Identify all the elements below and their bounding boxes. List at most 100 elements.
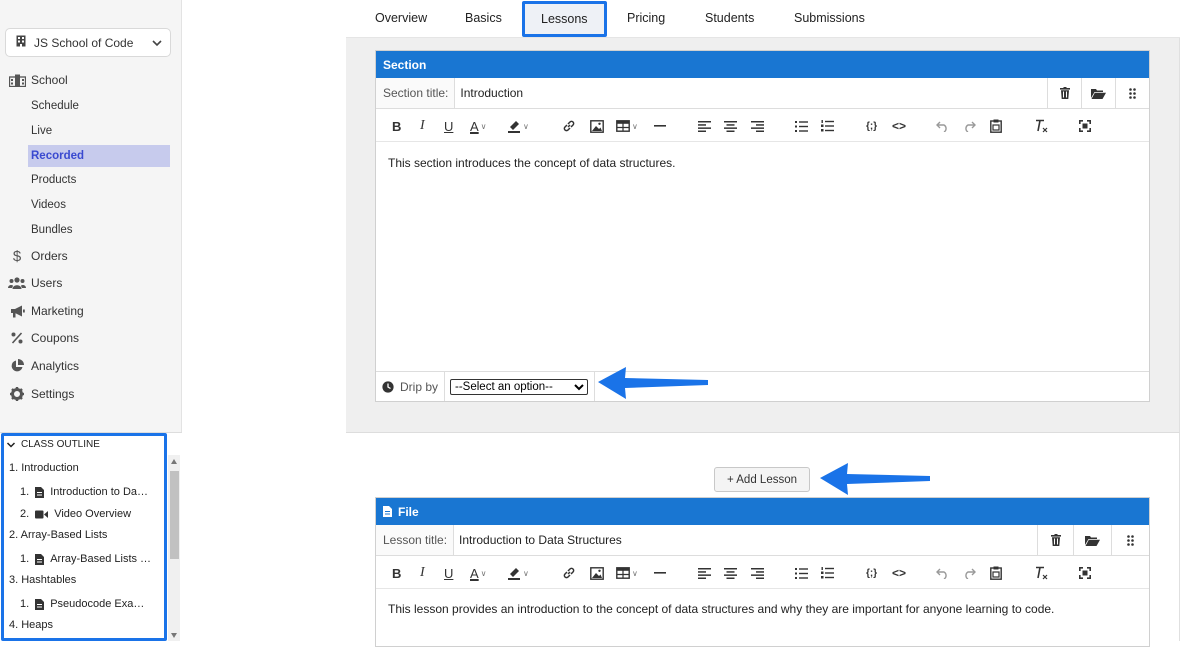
sidebar-item-bundles[interactable]: Bundles <box>28 219 170 241</box>
sidebar-item-recorded[interactable]: Recorded <box>28 145 170 167</box>
drip-select[interactable]: --Select an option-- <box>450 378 589 395</box>
align-right-button[interactable] <box>751 117 764 135</box>
sidebar-item-videos[interactable]: Videos <box>28 194 170 216</box>
tab-submissions[interactable]: Submissions <box>794 0 865 36</box>
sidebar-item-settings[interactable]: Settings <box>8 384 74 404</box>
align-center-button[interactable] <box>724 564 737 582</box>
outline-scroll-thumb[interactable] <box>170 471 179 559</box>
outline-section-1[interactable]: 1. Introduction <box>9 462 79 474</box>
clear-formatting-button[interactable] <box>1034 564 1048 582</box>
sidebar-item-products[interactable]: Products <box>28 169 170 191</box>
move-lesson-button[interactable] <box>1073 525 1111 555</box>
outline-section-3[interactable]: 3. Hashtables <box>9 574 76 586</box>
clear-formatting-button[interactable] <box>1034 117 1048 135</box>
sidebar-item-label: Users <box>31 276 63 290</box>
class-outline-panel: CLASS OUTLINE 1. Introduction 1. Introdu… <box>0 432 182 641</box>
undo-button[interactable] <box>936 117 949 135</box>
redo-button[interactable] <box>963 117 976 135</box>
bullet-list-button[interactable] <box>795 564 808 582</box>
sidebar-item-orders[interactable]: $ Orders <box>8 246 68 266</box>
scroll-up-arrow[interactable] <box>171 459 177 464</box>
align-left-button[interactable] <box>698 564 711 582</box>
align-center-icon <box>724 567 737 579</box>
file-card-header: File <box>376 498 1149 525</box>
drip-select-cell: --Select an option-- <box>445 372 596 401</box>
highlight-button[interactable]: ∨ <box>507 117 529 135</box>
tab-basics[interactable]: Basics <box>465 0 502 36</box>
outline-section-4[interactable]: 4. Heaps <box>9 619 53 631</box>
italic-button[interactable]: I <box>420 564 425 582</box>
code-block-button[interactable]: {;} <box>866 564 877 582</box>
outline-lesson-2-1[interactable]: 1. Array-Based Lists … <box>20 553 151 565</box>
align-left-button[interactable] <box>698 117 711 135</box>
tab-overview[interactable]: Overview <box>375 0 427 36</box>
course-tabs: Overview Basics Lessons Pricing Students… <box>346 0 1180 38</box>
add-lesson-button[interactable]: + Add Lesson <box>714 467 810 492</box>
paste-button[interactable] <box>990 564 1002 582</box>
link-button[interactable] <box>562 117 576 135</box>
class-outline-toggle[interactable]: CLASS OUTLINE <box>6 439 100 450</box>
align-center-button[interactable] <box>724 117 737 135</box>
table-button[interactable]: ∨ <box>616 117 638 135</box>
drag-lesson-handle[interactable] <box>1111 525 1149 555</box>
code-block-button[interactable]: {;} <box>866 117 877 135</box>
bold-button[interactable]: B <box>392 564 401 582</box>
outline-scrollbar[interactable] <box>168 455 180 641</box>
outline-lesson-1-1[interactable]: 1. Introduction to Da… <box>20 486 148 498</box>
numbered-list-button[interactable] <box>821 564 834 582</box>
fullscreen-button[interactable] <box>1079 564 1091 582</box>
align-right-button[interactable] <box>751 564 764 582</box>
redo-button[interactable] <box>963 564 976 582</box>
sidebar-item-users[interactable]: Users <box>8 273 62 293</box>
sidebar-item-school[interactable]: School <box>8 70 68 90</box>
redo-icon <box>965 568 976 579</box>
delete-lesson-button[interactable] <box>1037 525 1073 555</box>
link-button[interactable] <box>562 564 576 582</box>
section-description-editor[interactable]: This section introduces the concept of d… <box>376 142 1149 184</box>
numbered-list-button[interactable] <box>821 117 834 135</box>
sidebar-item-schedule[interactable]: Schedule <box>28 95 170 117</box>
source-code-button[interactable]: <> <box>892 117 906 135</box>
gear-icon <box>8 387 26 401</box>
underline-button[interactable]: U <box>444 564 453 582</box>
sidebar-item-coupons[interactable]: Coupons <box>8 328 79 348</box>
highlight-button[interactable]: ∨ <box>507 564 529 582</box>
underline-button[interactable]: U <box>444 117 453 135</box>
scroll-down-arrow[interactable] <box>171 633 177 638</box>
drag-section-handle[interactable] <box>1115 78 1149 108</box>
video-icon <box>35 510 49 519</box>
bold-button[interactable]: B <box>392 117 401 135</box>
section-title-input[interactable]: Introduction <box>455 78 1047 108</box>
outline-lesson-1-2[interactable]: 2. Video Overview <box>20 508 131 520</box>
bullet-list-button[interactable] <box>795 117 808 135</box>
sidebar-item-analytics[interactable]: Analytics <box>8 356 79 376</box>
text-color-button[interactable]: A ∨ <box>470 564 487 582</box>
lesson-description-editor[interactable]: This lesson provides an introduction to … <box>376 589 1149 630</box>
move-section-button[interactable] <box>1081 78 1115 108</box>
tab-students[interactable]: Students <box>705 0 754 36</box>
delete-section-button[interactable] <box>1047 78 1081 108</box>
chevron-down-icon: ∨ <box>523 121 529 131</box>
sidebar: JS School of Code School Schedule Live R… <box>0 0 182 641</box>
tab-lessons[interactable]: Lessons <box>522 1 607 37</box>
horizontal-rule-button[interactable] <box>654 564 666 582</box>
text-color-button[interactable]: A ∨ <box>470 117 487 135</box>
image-button[interactable] <box>590 564 604 582</box>
italic-button[interactable]: I <box>420 117 425 135</box>
section-card: Section Section title: Introduction B I … <box>375 50 1150 402</box>
table-button[interactable]: ∨ <box>616 564 638 582</box>
sidebar-item-live[interactable]: Live <box>28 120 170 142</box>
paste-button[interactable] <box>990 117 1002 135</box>
school-selector[interactable]: JS School of Code <box>5 28 171 57</box>
image-button[interactable] <box>590 117 604 135</box>
tab-pricing[interactable]: Pricing <box>627 0 665 36</box>
outline-section-2[interactable]: 2. Array-Based Lists <box>9 529 107 541</box>
source-code-icon: <> <box>892 119 907 133</box>
lesson-title-input[interactable]: Introduction to Data Structures <box>454 525 1037 555</box>
outline-lesson-3-1[interactable]: 1. Pseudocode Exa… <box>20 598 144 610</box>
undo-button[interactable] <box>936 564 949 582</box>
source-code-button[interactable]: <> <box>892 564 906 582</box>
sidebar-item-marketing[interactable]: Marketing <box>8 301 84 321</box>
horizontal-rule-button[interactable] <box>654 117 666 135</box>
fullscreen-button[interactable] <box>1079 117 1091 135</box>
